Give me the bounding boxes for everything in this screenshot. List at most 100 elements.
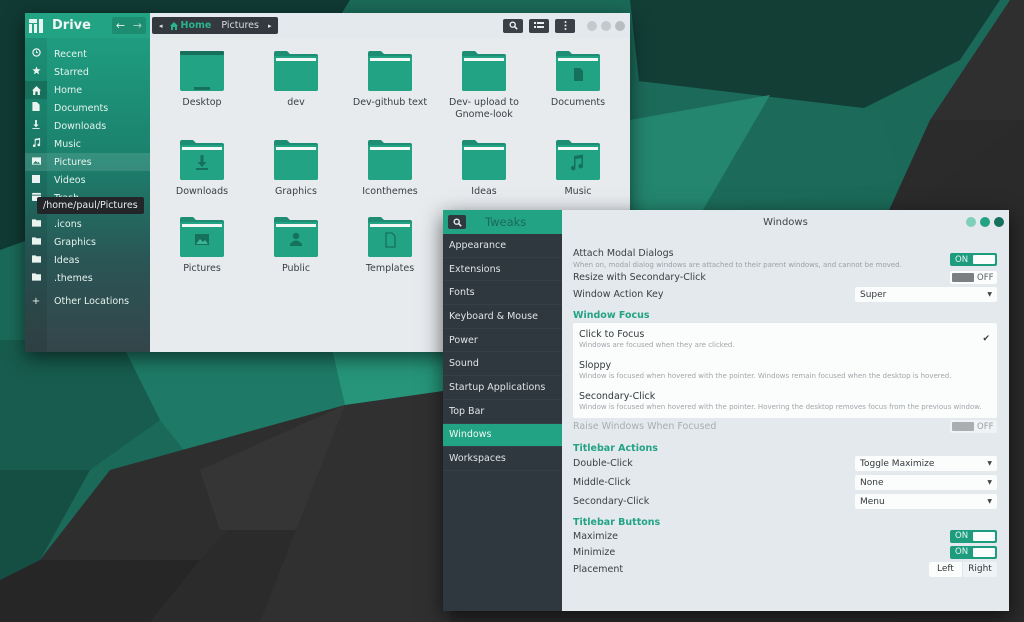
minimize-button[interactable]	[966, 217, 976, 227]
double-click-dropdown[interactable]: Toggle Maximize ▼	[855, 456, 997, 471]
attach-modal-switch[interactable]: ON	[950, 253, 997, 266]
folder-item[interactable]: Documents	[533, 50, 623, 109]
forward-button[interactable]: →	[129, 17, 146, 34]
minimize-button[interactable]	[587, 20, 597, 31]
resize-secondary-row: Resize with Secondary-Click OFF	[573, 270, 997, 285]
folder-name: dev	[287, 97, 305, 108]
sidebar-item-label: Pictures	[54, 156, 92, 168]
folder-item[interactable]: Public	[251, 216, 341, 275]
sidebar-item-icons[interactable]: .icons	[25, 215, 150, 233]
sidebar-item-music[interactable]: Music	[25, 135, 150, 153]
folder-name: Public	[281, 263, 311, 274]
folder-item[interactable]: Templates	[345, 216, 435, 275]
folder-none-icon	[273, 50, 319, 92]
maximize-button[interactable]	[980, 217, 990, 227]
menu-button[interactable]	[555, 18, 575, 33]
tweaks-category-workspaces[interactable]: Workspaces	[443, 447, 562, 471]
arrow-left-icon: ←	[115, 19, 126, 32]
tweaks-search-button[interactable]	[448, 215, 466, 229]
tweaks-category-power[interactable]: Power	[443, 329, 562, 353]
focus-option-description: Windows are focused when they are clicke…	[579, 341, 735, 349]
breadcrumb-home[interactable]: Home	[169, 20, 212, 31]
focus-option[interactable]: Click to Focus Windows are focused when t…	[573, 327, 997, 353]
sidebar-item-themes[interactable]: .themes	[25, 269, 150, 287]
sidebar-item-graphics[interactable]: Graphics	[25, 233, 150, 251]
sidebar-item-other-locations[interactable]: + Other Locations	[25, 292, 150, 310]
folder-item[interactable]: Dev-github text	[345, 50, 435, 109]
tweaks-category-appearance[interactable]: Appearance	[443, 234, 562, 258]
placement-row: Placement Left Right	[573, 560, 997, 578]
folder-item[interactable]: dev	[251, 50, 341, 109]
folder-item[interactable]: Ideas	[439, 139, 529, 198]
folder-item[interactable]: Iconthemes	[345, 139, 435, 198]
double-click-label: Double-Click	[573, 458, 633, 469]
tweaks-content: Windows Attach Modal Dialogs ON When on,…	[562, 210, 1009, 611]
tweaks-category-extensions[interactable]: Extensions	[443, 258, 562, 282]
focus-option[interactable]: Secondary-Click Window is focused when ho…	[573, 389, 997, 415]
tweaks-category-windows[interactable]: Windows	[443, 423, 562, 448]
sidebar-item-documents[interactable]: Documents	[25, 99, 150, 117]
sidebar-item-starred[interactable]: Starred	[25, 63, 150, 81]
folder-item[interactable]: Desktop	[157, 50, 247, 109]
star-icon	[25, 66, 47, 78]
arrow-right-icon: →	[132, 19, 143, 32]
sidebar-item-recent[interactable]: Recent	[25, 45, 150, 63]
middle-click-dropdown[interactable]: None ▼	[855, 475, 997, 490]
tweaks-category-keyboard-mouse[interactable]: Keyboard & Mouse	[443, 305, 562, 329]
folder-desktop-icon	[179, 50, 225, 92]
placement-label: Placement	[573, 563, 624, 575]
sidebar-item-home[interactable]: Home	[25, 81, 150, 99]
sidebar-item-label: Home	[54, 84, 83, 96]
folder-item[interactable]: Downloads	[157, 139, 247, 198]
focus-option-title: Sloppy	[579, 360, 612, 371]
placement-left-button[interactable]: Left	[929, 561, 963, 577]
folder-download-icon	[179, 139, 225, 181]
download-icon	[25, 120, 47, 132]
placement-right-button[interactable]: Right	[963, 561, 997, 577]
folder-item[interactable]: Dev- upload to Gnome-look	[439, 50, 529, 121]
sidebar-item-label: .icons	[54, 218, 82, 230]
close-button[interactable]	[615, 20, 625, 31]
breadcrumb-pictures[interactable]: Pictures	[221, 20, 259, 31]
file-manager-header-left: Drive ← →	[25, 13, 150, 38]
attach-modal-label: Attach Modal Dialogs	[573, 248, 674, 259]
secondary-click-dropdown[interactable]: Menu ▼	[855, 494, 997, 509]
folder-item[interactable]: Music	[533, 139, 623, 198]
sidebar-item-pictures[interactable]: Pictures	[25, 153, 150, 171]
search-icon	[509, 21, 518, 30]
folder-item[interactable]: Graphics	[251, 139, 341, 198]
plus-icon: +	[31, 295, 41, 307]
back-button[interactable]: ←	[112, 17, 129, 34]
maximize-switch[interactable]: ON	[950, 529, 997, 543]
path-scroll-right-button[interactable]: ▸	[268, 22, 272, 30]
tweaks-category-fonts[interactable]: Fonts	[443, 281, 562, 306]
dropdown-caret-icon: ▼	[987, 291, 992, 298]
sidebar-item-downloads[interactable]: Downloads	[25, 117, 150, 135]
tweaks-category-sound[interactable]: Sound	[443, 352, 562, 377]
resize-secondary-switch[interactable]: OFF	[950, 271, 997, 284]
switch-state: OFF	[977, 272, 994, 283]
view-toggle-button[interactable]	[529, 18, 549, 33]
folder-none-icon	[461, 139, 507, 181]
sidebar-item-label: Starred	[54, 66, 89, 78]
focus-option-description: Window is focused when hovered with the …	[579, 403, 982, 411]
dropdown-caret-icon: ▼	[987, 479, 992, 486]
search-button[interactable]	[503, 18, 523, 33]
breadcrumb-home-label: Home	[180, 20, 212, 31]
folder-name: Downloads	[175, 186, 229, 197]
switch-state: ON	[955, 531, 969, 541]
sidebar-item-label: Recent	[54, 48, 87, 60]
sidebar-item-videos[interactable]: Videos	[25, 171, 150, 189]
sidebar-item-ideas[interactable]: Ideas	[25, 251, 150, 269]
tweaks-category-top-bar[interactable]: Top Bar	[443, 400, 562, 424]
tweaks-category-startup-applications[interactable]: Startup Applications	[443, 376, 562, 400]
folder-item[interactable]: Pictures	[157, 216, 247, 275]
close-button[interactable]	[994, 217, 1004, 227]
focus-option[interactable]: Sloppy Window is focused when hovered wit…	[573, 358, 997, 384]
path-scroll-left-button[interactable]: ◂	[159, 22, 163, 30]
maximize-button[interactable]	[601, 20, 611, 31]
folder-music-icon	[555, 139, 601, 181]
raise-windows-switch[interactable]: OFF	[950, 420, 997, 433]
minimize-switch[interactable]: ON	[950, 545, 997, 559]
window-action-key-dropdown[interactable]: Super ▼	[855, 287, 997, 302]
